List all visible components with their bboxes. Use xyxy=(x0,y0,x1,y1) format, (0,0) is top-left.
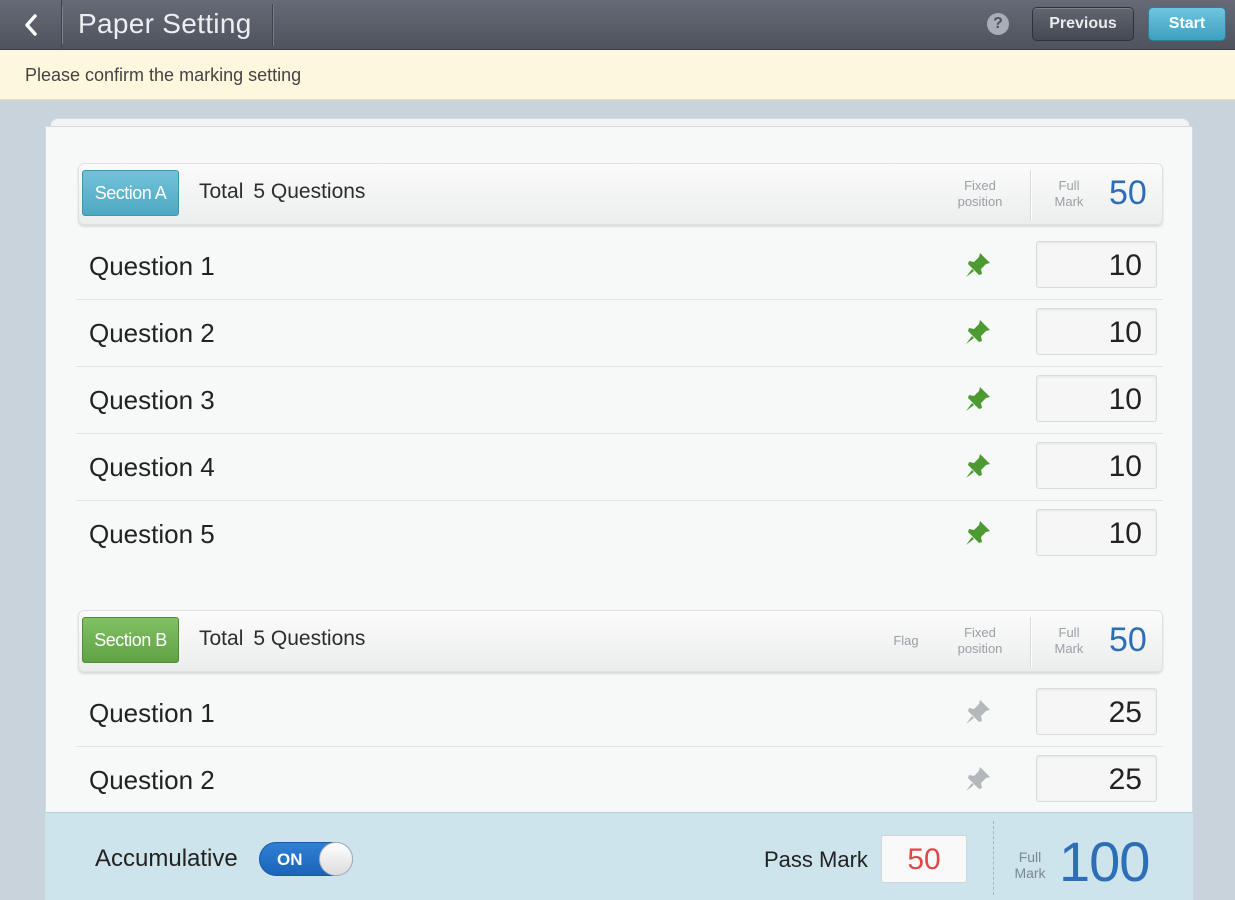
score-input[interactable]: 10 xyxy=(1036,509,1157,556)
page-title: Paper Setting xyxy=(78,8,252,39)
score-input[interactable]: 10 xyxy=(1036,375,1157,422)
top-bar: Paper Setting ? Previous Start xyxy=(0,0,1235,50)
pass-mark-input[interactable]: 50 xyxy=(881,835,967,883)
previous-button[interactable]: Previous xyxy=(1032,7,1134,41)
full-label-line1: Full xyxy=(1018,849,1042,865)
score-input[interactable]: 25 xyxy=(1036,755,1157,802)
total-label: Total xyxy=(199,627,244,650)
full-label-line1: Full xyxy=(1058,178,1080,193)
score-input[interactable]: 10 xyxy=(1036,308,1157,355)
full-mark-label: Full Mark xyxy=(1054,625,1084,657)
section-header-a: Section A Total 5 Questions Fixed positio… xyxy=(78,163,1163,225)
full-label-line2: Mark xyxy=(1054,641,1084,656)
accumulative-label: Accumulative xyxy=(95,845,238,872)
help-icon[interactable]: ? xyxy=(987,13,1009,35)
fixed-label-line1: Fixed xyxy=(964,625,996,640)
divider xyxy=(62,6,63,44)
total-questions: 5 Questions xyxy=(253,627,366,650)
fixed-position-label: Fixed position xyxy=(955,178,1005,210)
question-label: Question 4 xyxy=(89,452,215,482)
section-full-mark: 50 xyxy=(1109,174,1147,212)
total-full-mark: 100 xyxy=(1059,830,1150,893)
pin-icon[interactable] xyxy=(964,251,992,279)
footer-bar: Accumulative ON Pass Mark 50 Full Mark 1… xyxy=(45,812,1193,900)
divider xyxy=(993,821,994,895)
chevron-left-icon xyxy=(24,14,37,36)
total-label: Total xyxy=(199,180,244,203)
question-label: Question 2 xyxy=(89,318,215,348)
question-row: Question 2 10 xyxy=(76,300,1163,367)
toggle-state: ON xyxy=(277,850,303,869)
section-badge[interactable]: Section B xyxy=(82,617,179,663)
accumulative-toggle[interactable]: ON xyxy=(259,842,353,876)
score-input[interactable]: 25 xyxy=(1036,688,1157,735)
paper-card: Section A Total 5 Questions Fixed positio… xyxy=(45,126,1193,816)
pin-icon[interactable] xyxy=(964,765,992,793)
back-button[interactable] xyxy=(0,0,62,50)
question-label: Question 1 xyxy=(89,698,215,728)
pin-icon[interactable] xyxy=(964,385,992,413)
flag-label: Flag xyxy=(893,633,919,648)
score-input[interactable]: 10 xyxy=(1036,241,1157,288)
question-label: Question 2 xyxy=(89,765,215,795)
total-questions: 5 Questions xyxy=(253,180,366,203)
pin-icon[interactable] xyxy=(964,698,992,726)
full-mark-label: Full Mark xyxy=(1054,178,1084,210)
notice-banner: Please confirm the marking setting xyxy=(0,50,1235,100)
fixed-position-label: Fixed position xyxy=(955,625,1005,657)
question-row: Question 2 25 xyxy=(76,747,1163,814)
full-label-line2: Mark xyxy=(1054,194,1084,209)
pass-mark-label: Pass Mark xyxy=(764,847,868,872)
section-total: Total 5 Questions xyxy=(199,180,365,204)
question-row: Question 1 25 xyxy=(76,680,1163,747)
divider xyxy=(272,4,273,46)
section-header-b: Section B Total 5 Questions Flag Fixed po… xyxy=(78,610,1163,672)
question-label: Question 5 xyxy=(89,519,215,549)
question-row: Question 5 10 xyxy=(76,501,1163,568)
pin-icon[interactable] xyxy=(964,452,992,480)
question-row: Question 1 10 xyxy=(76,233,1163,300)
question-row: Question 3 10 xyxy=(76,367,1163,434)
total-full-mark-label: Full Mark xyxy=(1013,849,1047,881)
question-label: Question 3 xyxy=(89,385,215,415)
start-button[interactable]: Start xyxy=(1148,7,1226,41)
pin-icon[interactable] xyxy=(964,519,992,547)
section-badge[interactable]: Section A xyxy=(82,170,179,216)
pin-icon[interactable] xyxy=(964,318,992,346)
full-label-line2: Mark xyxy=(1014,865,1046,881)
question-label: Question 1 xyxy=(89,251,215,281)
full-label-line1: Full xyxy=(1058,625,1080,640)
section-full-mark: 50 xyxy=(1109,621,1147,659)
score-input[interactable]: 10 xyxy=(1036,442,1157,489)
fixed-label-line2: position xyxy=(957,194,1003,209)
divider xyxy=(1030,617,1031,667)
question-row: Question 4 10 xyxy=(76,434,1163,501)
divider xyxy=(1030,170,1031,220)
section-total: Total 5 Questions xyxy=(199,627,365,651)
fixed-label-line2: position xyxy=(957,641,1003,656)
toggle-knob[interactable] xyxy=(319,842,353,876)
fixed-label-line1: Fixed xyxy=(964,178,996,193)
